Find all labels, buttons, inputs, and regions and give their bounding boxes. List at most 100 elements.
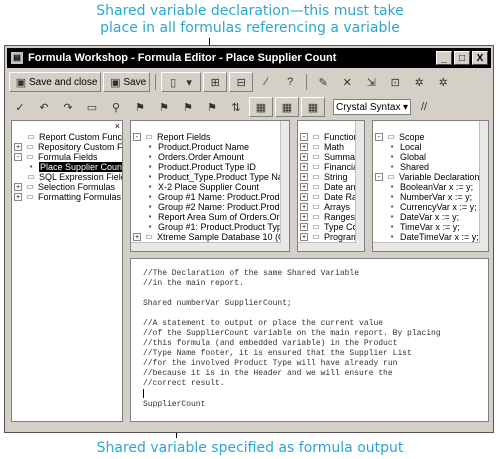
comment-button[interactable]: // <box>413 98 435 116</box>
toggle-tree-button[interactable]: ⊞ <box>203 72 228 92</box>
expand-button[interactable]: ⇲ <box>360 73 382 91</box>
fields-panel-toggle[interactable]: ▦ <box>249 97 273 117</box>
field-tree-item[interactable]: ▪ Report Area Sum of Orders.Order Amount <box>131 212 289 222</box>
remove-from-repository-button[interactable]: ✲ <box>432 73 454 91</box>
expand-icon[interactable]: + <box>133 233 141 241</box>
folder-icon: ▭ <box>26 142 34 151</box>
operator-tree-item[interactable]: ▪ Global <box>373 152 488 162</box>
vertical-scrollbar[interactable] <box>280 121 289 251</box>
new-button[interactable]: ▯ ▾ <box>161 72 202 92</box>
operator-tree-item[interactable]: ▪ TimeVar x := y; <box>373 222 488 232</box>
delete-button[interactable]: ✕ <box>336 73 358 91</box>
field-tree-item[interactable]: ▪ Orders.Order Amount <box>131 152 289 162</box>
workshop-tree-item[interactable]: - ▭ Formula Fields <box>12 152 122 162</box>
expand-icon[interactable]: + <box>300 173 308 181</box>
expand-icon[interactable]: + <box>300 143 308 151</box>
operator-tree-item[interactable]: ▪ BooleanVar x := y; <box>373 182 488 192</box>
formula-editor[interactable]: //The Declaration of the same Shared Var… <box>130 258 489 422</box>
rename-button[interactable]: ✎ <box>312 73 334 91</box>
previous-bookmark-button[interactable]: ⚑ <box>177 98 199 116</box>
expand-icon[interactable]: + <box>300 163 308 171</box>
bookmark-button[interactable]: ⚑ <box>129 98 151 116</box>
field-tree-item[interactable]: ▪ Product.Product Name <box>131 142 289 152</box>
workshop-tree-item[interactable]: + ▭ Formatting Formulas <box>12 192 122 202</box>
operator-tree-item[interactable]: - ▭ Scope <box>373 132 488 142</box>
expand-icon[interactable]: + <box>14 183 22 191</box>
operator-tree-item[interactable]: ▪ Shared <box>373 162 488 172</box>
browse-data-button[interactable]: ▭ <box>81 98 103 116</box>
formula-code: //The Declaration of the same Shared Var… <box>143 269 441 410</box>
functions-panel-toggle[interactable]: ▦ <box>275 97 299 117</box>
expand-icon[interactable]: + <box>14 193 22 201</box>
add-to-repository-button[interactable]: ✲ <box>408 73 430 91</box>
help-button[interactable]: ? <box>279 73 301 91</box>
vertical-scrollbar[interactable] <box>355 121 364 251</box>
operator-tree-item[interactable]: - ▭ Variable Declarations <box>373 172 488 182</box>
sort-button[interactable]: ⇅ <box>225 98 247 116</box>
formula-output-line: SupplierCount <box>143 399 206 409</box>
collapse-icon[interactable]: - <box>14 153 22 161</box>
field-tree-item[interactable]: ▪ Group #1: Product.Product Type ID - A <box>131 222 289 232</box>
field-tree-item[interactable]: ▪ Group #2 Name: Product.Product Name <box>131 202 289 212</box>
operator-icon: ▪ <box>390 182 394 191</box>
check-icon: ✓ <box>15 101 25 114</box>
vertical-scrollbar[interactable] <box>479 121 488 251</box>
operator-tree-item[interactable]: ▪ CurrencyVar x := y; <box>373 202 488 212</box>
expand-icon[interactable]: + <box>14 143 22 151</box>
expand-icon[interactable]: + <box>300 153 308 161</box>
collapse-icon[interactable]: - <box>300 133 308 141</box>
collapse-icon[interactable]: - <box>375 133 383 141</box>
find-button[interactable]: ⚲ <box>105 98 127 116</box>
expand-icon[interactable]: + <box>300 223 308 231</box>
field-tree-item[interactable]: + ▭ Xtreme Sample Database 10 (ODBC (RDO)) <box>131 232 289 242</box>
expand-icon[interactable]: + <box>300 183 308 191</box>
save-button[interactable]: ▣ Save <box>103 72 151 92</box>
check-button[interactable]: ✓ <box>9 98 31 116</box>
field-tree-item[interactable]: ▪ Product.Product Type ID <box>131 162 289 172</box>
toggle-properties-button[interactable]: ⊟ <box>229 72 254 92</box>
field-tree-item[interactable]: - ▭ Report Fields <box>131 132 289 142</box>
repository-button[interactable]: ⊡ <box>384 73 406 91</box>
maximize-button[interactable]: □ <box>454 51 470 65</box>
wand-button[interactable]: ⁄ <box>255 73 277 91</box>
horizontal-scrollbar[interactable] <box>373 242 480 251</box>
expand-icon[interactable]: + <box>300 203 308 211</box>
expand-icon[interactable]: + <box>300 233 308 241</box>
workshop-tree-item[interactable]: ▭ Report Custom Functions <box>12 132 122 142</box>
operators-panel-toggle[interactable]: ▦ <box>301 97 325 117</box>
horizontal-scrollbar[interactable] <box>298 242 356 251</box>
minimize-button[interactable]: _ <box>436 51 452 65</box>
workshop-tree-item[interactable]: ▭ SQL Expression Fields <box>12 172 122 182</box>
operator-tree-item[interactable]: ▪ Local <box>373 142 488 152</box>
workshop-tree-label: Formatting Formulas <box>38 192 122 202</box>
expand-icon[interactable]: + <box>300 213 308 221</box>
syntax-select[interactable]: Crystal Syntax ▾ <box>333 99 411 115</box>
collapse-icon[interactable]: - <box>133 133 141 141</box>
undo-button[interactable]: ↶ <box>33 98 55 116</box>
save-and-close-button[interactable]: ▣ Save and close <box>9 72 102 92</box>
field-tree-label: Orders.Order Amount <box>158 152 245 162</box>
field-tree-item[interactable]: ▪ X-2 Place Supplier Count <box>131 182 289 192</box>
redo-button[interactable]: ↷ <box>57 98 79 116</box>
operator-tree-label: DateVar x := y; <box>400 212 460 222</box>
field-tree-item[interactable]: ▪ Product_Type.Product Type Name <box>131 172 289 182</box>
collapse-icon[interactable]: - <box>375 173 383 181</box>
clear-bookmarks-button[interactable]: ⚑ <box>201 98 223 116</box>
operator-tree-item[interactable]: ▪ DateTimeVar x := y; <box>373 232 488 242</box>
horizontal-scrollbar[interactable] <box>131 242 281 251</box>
field-tree-item[interactable]: ▪ Group #1 Name: Product.Product Type <box>131 192 289 202</box>
field-tree-label: Report Area Sum of Orders.Order Amount <box>158 212 290 222</box>
field-tree-panel: × -▭Report Fields▪Product.Product Name▪O… <box>130 120 290 252</box>
workshop-tree-item[interactable]: ▪ Place Supplier Count <box>12 162 122 172</box>
close-button[interactable]: X <box>472 51 488 65</box>
workshop-tree-item[interactable]: + ▭ Repository Custom Functions <box>12 142 122 152</box>
operator-tree-item[interactable]: ▪ NumberVar x := y; <box>373 192 488 202</box>
function-tree-label: Arrays <box>324 202 351 212</box>
help-icon: ? <box>287 76 294 88</box>
field-icon: ▪ <box>148 212 152 221</box>
expand-icon[interactable]: + <box>300 193 308 201</box>
workshop-tree-item[interactable]: + ▭ Selection Formulas <box>12 182 122 192</box>
close-icon[interactable]: × <box>115 121 120 131</box>
operator-tree-item[interactable]: ▪ DateVar x := y; <box>373 212 488 222</box>
next-bookmark-button[interactable]: ⚑ <box>153 98 175 116</box>
